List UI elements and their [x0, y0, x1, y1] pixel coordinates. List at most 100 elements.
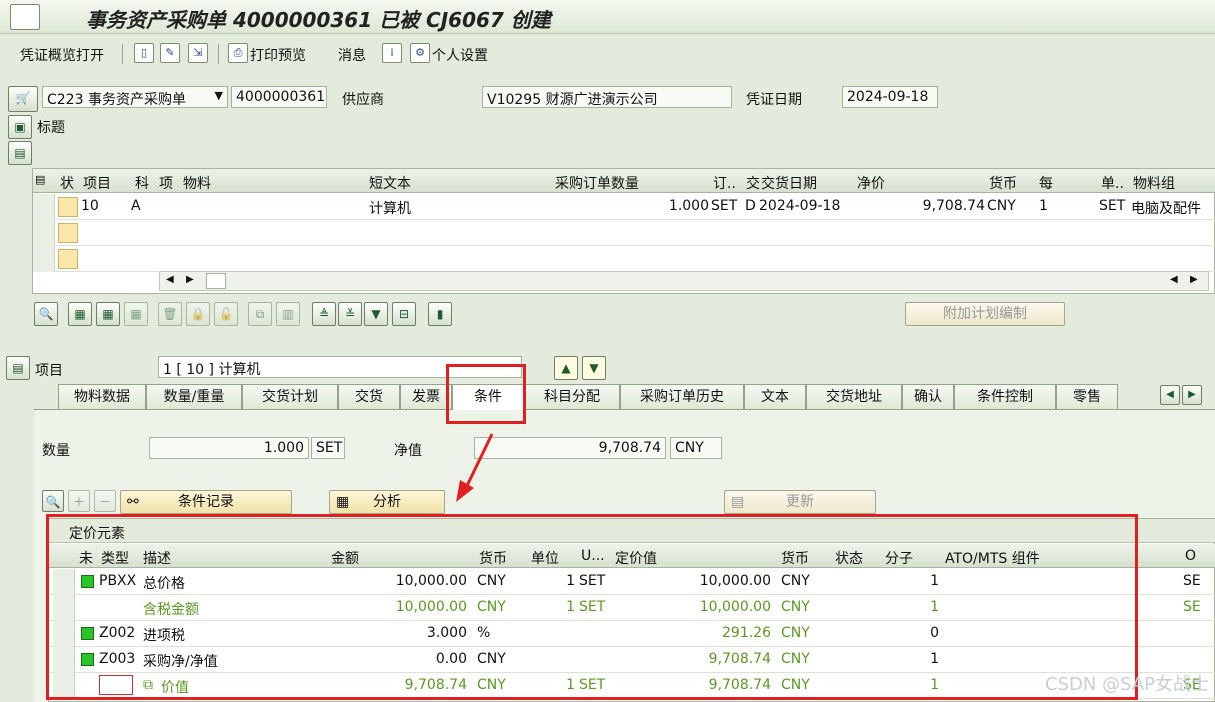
doc-date-field[interactable]: 2024-09-18 [842, 86, 938, 108]
lock-icon[interactable]: 🔒 [186, 302, 210, 326]
row-selector[interactable] [33, 220, 55, 246]
cart-icon[interactable]: 🛒 [8, 86, 38, 112]
d-indicator[interactable]: D [745, 198, 756, 214]
tab-quantity-weight[interactable]: 数量/重量 [146, 384, 242, 409]
col-material[interactable]: 物料 [183, 173, 211, 193]
display-change-icon[interactable]: ✎ [160, 43, 180, 63]
app-menu-icon[interactable] [10, 4, 40, 30]
tab-invoice[interactable]: 发票 [400, 384, 452, 409]
sort-descending-icon[interactable]: ≚ [338, 302, 362, 326]
info-icon[interactable]: i [382, 43, 402, 63]
horizontal-scrollbar[interactable]: ◀ ▶ ◀ ▶ [159, 271, 1209, 291]
table-row[interactable] [33, 220, 1215, 246]
toolbar-separator [218, 44, 219, 64]
new-document-icon[interactable]: ▯ [134, 43, 154, 63]
col-order-unit[interactable]: 订.. [713, 173, 736, 193]
messages-button[interactable]: 消息 [338, 45, 366, 65]
tab-text[interactable]: 文本 [744, 384, 806, 409]
short-text[interactable]: 计算机 [369, 198, 411, 218]
tab-po-history[interactable]: 采购订单历史 [620, 384, 744, 409]
delivery-date[interactable]: 2024-09-18 [759, 198, 840, 214]
table-row[interactable] [33, 246, 1215, 272]
insert-row-icon[interactable]: ＋ [68, 490, 90, 512]
filter-icon[interactable]: ▼ [364, 302, 388, 326]
print-preview-icon[interactable]: ⎙ [228, 43, 248, 63]
col-po-qty[interactable]: 采购订单数量 [555, 173, 639, 193]
scroll-right-icon[interactable]: ▶ [1190, 274, 1198, 285]
net-price[interactable]: 9,708.74 [863, 198, 985, 214]
order-price-unit[interactable]: SET [1099, 198, 1125, 214]
scroll-thumb[interactable] [206, 273, 226, 289]
delete-icon[interactable]: 🗑 [158, 302, 182, 326]
row-selector[interactable] [33, 246, 55, 272]
tab-retail[interactable]: 零售 [1056, 384, 1118, 409]
acct-category[interactable]: A [131, 198, 141, 214]
order-unit[interactable]: SET [711, 198, 737, 214]
col-per[interactable]: 每 [1039, 173, 1053, 193]
tab-delivery-schedule[interactable]: 交货计划 [242, 384, 338, 409]
col-short-text[interactable]: 短文本 [369, 173, 411, 193]
col-delivery-date[interactable]: 交货日期 [761, 173, 817, 193]
scroll-left-icon[interactable]: ◀ [1170, 274, 1178, 285]
expand-header-icon[interactable]: ▣ [8, 115, 32, 139]
next-item-icon[interactable]: ▼ [582, 356, 606, 380]
col-currency[interactable]: 货币 [989, 173, 1017, 193]
previous-item-icon[interactable]: ▲ [554, 356, 578, 380]
schedule-icon[interactable]: ▮ [428, 302, 452, 326]
col-o[interactable]: O [1185, 548, 1196, 564]
unlock-icon[interactable]: 🔓 [214, 302, 238, 326]
col-net-price[interactable]: 净价 [857, 173, 885, 193]
col-d[interactable]: 交 [746, 173, 760, 193]
sort-ascending-icon[interactable]: ≜ [312, 302, 336, 326]
item-number[interactable]: 10 [81, 198, 99, 214]
condition-details-icon[interactable]: 🔍 [42, 490, 64, 512]
row-selector[interactable] [33, 194, 55, 220]
cond-o: SE [1183, 599, 1201, 615]
currency[interactable]: CNY [987, 198, 1016, 214]
col-status[interactable]: 状 [60, 173, 74, 193]
personal-settings-button[interactable]: 个人设置 [432, 45, 488, 65]
select-all-icon[interactable]: ▤ [35, 173, 45, 186]
copy-icon[interactable]: ⧉ [248, 302, 272, 326]
other-document-icon[interactable]: ⇲ [188, 43, 208, 63]
analysis-button[interactable]: ▦ 分析 [329, 490, 445, 514]
doc-type-dropdown[interactable]: C223 事务资产采购单 ▼ [42, 86, 228, 108]
add-item-icon[interactable]: ▦ [68, 302, 92, 326]
details-icon[interactable]: 🔍 [34, 302, 58, 326]
tab-delivery[interactable]: 交货 [338, 384, 400, 409]
condition-record-button[interactable]: ⚯ 条件记录 [120, 490, 292, 514]
arrow-head [456, 480, 474, 502]
po-number-field[interactable]: 4000000361 [231, 86, 327, 108]
paste-item-icon[interactable]: ▦ [124, 302, 148, 326]
tab-material-data[interactable]: 物料数据 [58, 384, 146, 409]
col-unit[interactable]: 单.. [1101, 173, 1124, 193]
po-qty[interactable]: 1.000 [593, 198, 709, 214]
col-cat[interactable]: 项 [159, 173, 173, 193]
material-group[interactable]: 电脑及配件 [1131, 198, 1201, 218]
doc-overview-button[interactable]: 凭证概览打开 [20, 45, 104, 65]
table-row[interactable]: 10 A 计算机 1.000 SET D 2024-09-18 9,708.74… [33, 194, 1215, 220]
tab-confirmation[interactable]: 确认 [902, 384, 954, 409]
filter-config-icon[interactable]: ⊟ [392, 302, 416, 326]
tab-scroll-left-icon[interactable]: ◀ [1160, 385, 1180, 405]
col-matgroup[interactable]: 物料组 [1133, 173, 1175, 193]
col-item[interactable]: 项目 [83, 173, 111, 193]
additional-planning-button[interactable]: 附加计划编制 [905, 302, 1065, 326]
scroll-right-icon[interactable]: ▶ [186, 274, 194, 285]
delete-row-icon[interactable]: － [94, 490, 116, 512]
tab-delivery-address[interactable]: 交货地址 [806, 384, 902, 409]
col-acct[interactable]: 科 [135, 173, 149, 193]
tab-scroll-right-icon[interactable]: ▶ [1182, 385, 1202, 405]
per[interactable]: 1 [1039, 198, 1048, 214]
update-button[interactable]: ▤ 更新 [724, 490, 876, 514]
tab-account-assignment[interactable]: 科目分配 [524, 384, 620, 409]
collapse-item-detail-icon[interactable]: ▤ [6, 356, 30, 380]
vendor-field[interactable]: V10295 财源广进演示公司 [482, 86, 732, 108]
copy-item-icon[interactable]: ▦ [96, 302, 120, 326]
print-preview-button[interactable]: 打印预览 [250, 45, 306, 65]
scroll-left-icon[interactable]: ◀ [166, 274, 174, 285]
expand-items-icon[interactable]: ▤ [8, 141, 32, 165]
personal-settings-icon[interactable]: ⚙ [410, 43, 430, 63]
tab-condition-control[interactable]: 条件控制 [954, 384, 1056, 409]
select-all-icon[interactable]: ▥ [276, 302, 300, 326]
